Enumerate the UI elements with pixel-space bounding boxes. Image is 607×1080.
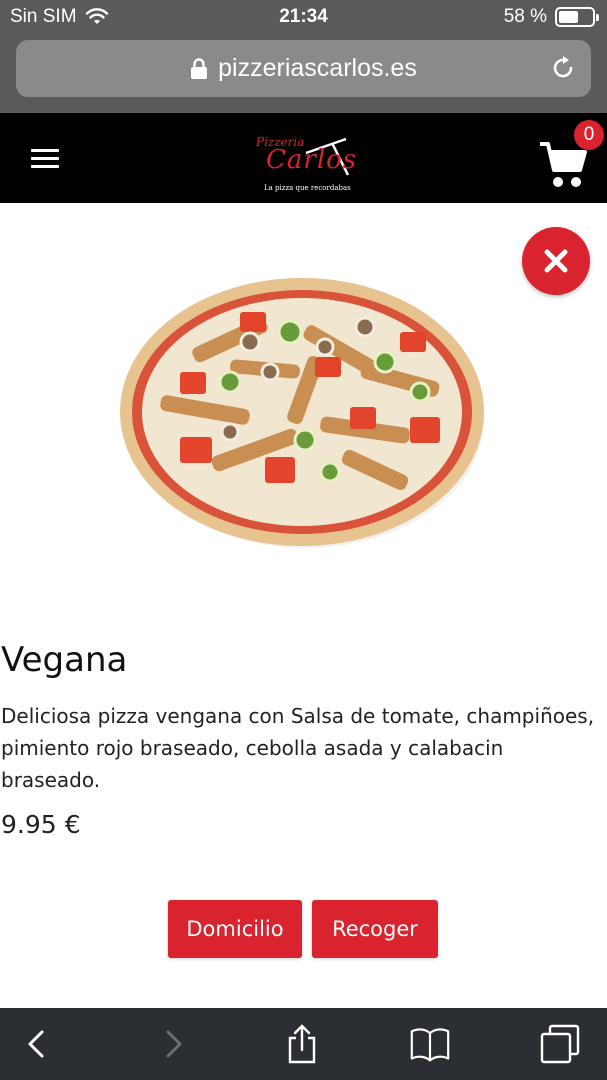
site-header: Pizzeria Carlos La pizza que recordabas xyxy=(0,113,607,203)
battery-percent: 58 % xyxy=(503,6,547,27)
browser-chrome: Sin SIM 21:34 58 % pizzeriascarlos.es xyxy=(0,0,607,113)
product-image xyxy=(120,278,484,548)
back-icon[interactable] xyxy=(18,1024,58,1064)
forward-icon[interactable] xyxy=(152,1024,192,1064)
url-text[interactable]: pizzeriascarlos.es xyxy=(218,54,417,83)
hamburger-menu-icon[interactable] xyxy=(31,149,59,169)
lock-icon xyxy=(191,57,208,79)
browser-toolbar xyxy=(0,1008,607,1080)
logo[interactable]: Pizzeria Carlos La pizza que recordabas xyxy=(252,133,362,197)
logo-tagline: La pizza que recordabas xyxy=(264,184,351,192)
logo-text-big: Carlos xyxy=(266,145,358,175)
reload-icon[interactable] xyxy=(549,54,577,82)
battery-icon xyxy=(555,7,599,27)
close-icon xyxy=(544,249,568,273)
delivery-button[interactable]: Domicilio xyxy=(168,900,302,958)
address-bar[interactable]: pizzeriascarlos.es xyxy=(16,40,591,97)
product-title: Vegana xyxy=(1,640,128,680)
pickup-button[interactable]: Recoger xyxy=(312,900,438,958)
status-bar: Sin SIM 21:34 58 % xyxy=(0,0,607,36)
close-button[interactable] xyxy=(522,227,590,295)
tabs-icon[interactable] xyxy=(540,1024,580,1064)
share-icon[interactable] xyxy=(282,1024,322,1064)
cart-count-badge[interactable]: 0 xyxy=(574,120,604,150)
product-price: 9.95 € xyxy=(1,810,81,839)
bookmarks-icon[interactable] xyxy=(410,1024,450,1064)
battery-level xyxy=(559,11,578,23)
product-description: Deliciosa pizza vengana con Salsa de tom… xyxy=(1,704,595,792)
